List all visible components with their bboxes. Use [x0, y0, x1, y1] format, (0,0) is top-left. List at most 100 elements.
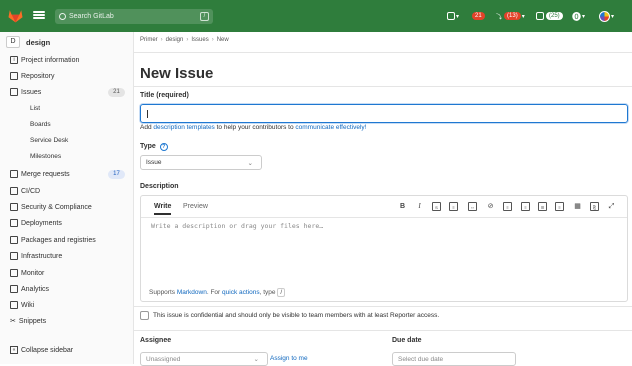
code-icon[interactable]: ‹› — [468, 202, 477, 211]
sidebar — [0, 32, 134, 364]
sidebar-project-header[interactable]: D design — [6, 36, 50, 48]
sidebar-subitem-boards[interactable]: Boards — [30, 121, 51, 128]
quote-icon[interactable]: ≡ — [449, 202, 458, 211]
project-avatar: D — [6, 36, 20, 48]
info-icon: i — [10, 56, 18, 64]
page-title: New Issue — [140, 65, 214, 82]
editor-tabs: Write Preview B I S ≡ ‹› ⊘ ≡ ≡ ☰ ≡ ▦ ⎘ ⤢ — [141, 196, 627, 218]
issues-icon — [10, 88, 18, 96]
rocket-icon — [10, 187, 18, 195]
communicate-effectively-link[interactable]: communicate effectively! — [295, 124, 366, 131]
due-date-label: Due date — [392, 337, 422, 344]
sidebar-item-wiki[interactable]: Wiki — [10, 301, 34, 309]
sidebar-subitem-service-desk[interactable]: Service Desk — [30, 137, 68, 144]
sidebar-item-analytics[interactable]: Analytics — [10, 285, 49, 293]
sidebar-subitem-list[interactable]: List — [30, 105, 40, 112]
deploy-icon — [10, 219, 18, 227]
chevron-down-icon: ⌄ — [247, 160, 253, 167]
strikethrough-icon[interactable]: S — [432, 202, 441, 211]
divider — [134, 86, 632, 87]
tab-preview[interactable]: Preview — [183, 203, 208, 210]
search-icon — [59, 13, 66, 20]
repo-icon — [10, 72, 18, 80]
cloud-icon — [10, 252, 18, 260]
link-icon[interactable]: ⊘ — [486, 202, 495, 211]
top-navbar: Search GitLab / ▾ 21 ⤵ (13) ▾ (25) ⓿ ▾ ▾ — [0, 0, 632, 32]
description-label: Description — [140, 183, 179, 190]
gitlab-logo-icon[interactable] — [7, 9, 24, 23]
monitor-icon — [10, 269, 18, 277]
collapse-icon: « — [10, 346, 18, 354]
bullet-list-icon[interactable]: ≡ — [503, 202, 512, 211]
breadcrumb-item[interactable]: design — [166, 37, 184, 43]
search-input[interactable]: Search GitLab / — [55, 9, 213, 24]
create-new-button[interactable]: ▾ — [447, 10, 459, 22]
sidebar-item-infrastructure[interactable]: Infrastructure — [10, 252, 62, 260]
package-icon — [10, 236, 18, 244]
italic-icon[interactable]: I — [415, 202, 424, 211]
checkbox-icon — [536, 12, 544, 20]
todos-button[interactable]: (25) — [536, 10, 563, 22]
type-dropdown[interactable]: Issue ⌄ — [140, 155, 262, 170]
table-icon[interactable]: ▦ — [573, 202, 582, 211]
mr-count-badge: (13) — [504, 12, 521, 20]
sidebar-item-repository[interactable]: Repository — [10, 72, 54, 80]
breadcrumb-item[interactable]: Issues — [191, 37, 208, 43]
issues-counter-button[interactable]: 21 — [472, 10, 485, 22]
issues-count-badge: 21 — [472, 12, 485, 20]
user-menu-button[interactable]: ▾ — [599, 10, 614, 22]
breadcrumb-item[interactable]: New — [217, 37, 229, 43]
help-button[interactable]: ⓿ ▾ — [572, 10, 585, 22]
avatar — [599, 10, 610, 22]
sidebar-item-monitor[interactable]: Monitor — [10, 269, 44, 277]
divider — [134, 306, 632, 307]
collapse-sidebar-button[interactable]: «Collapse sidebar — [10, 346, 73, 354]
main-content: Primer › design › Issues › New New Issue Ti… — [134, 32, 632, 366]
merge-request-icon — [10, 170, 18, 178]
sidebar-item-issues[interactable]: Issues — [10, 88, 41, 96]
description-templates-link[interactable]: description templates — [153, 124, 214, 131]
task-list-icon[interactable]: ☰ — [538, 202, 547, 211]
slash-key: / — [277, 288, 286, 297]
chart-icon — [10, 285, 18, 293]
sidebar-item-security[interactable]: Security & Compliance — [10, 203, 92, 211]
markdown-hint: Supports Markdown. For quick actions, ty… — [149, 288, 286, 297]
description-editor: Write Preview B I S ≡ ‹› ⊘ ≡ ≡ ☰ ≡ ▦ ⎘ ⤢… — [140, 195, 628, 302]
attach-file-icon[interactable]: ⎘ — [590, 202, 599, 211]
title-input[interactable] — [140, 104, 628, 123]
quick-actions-link[interactable]: quick actions — [222, 289, 260, 296]
project-name: design — [26, 37, 51, 47]
sidebar-item-ci-cd[interactable]: CI/CD — [10, 187, 40, 195]
issues-count-badge: 21 — [108, 88, 125, 97]
sidebar-item-packages[interactable]: Packages and registries — [10, 236, 96, 244]
fullscreen-icon[interactable]: ⤢ — [607, 202, 616, 211]
divider — [134, 330, 632, 331]
breadcrumb-item[interactable]: Primer — [140, 37, 158, 43]
sidebar-subitem-milestones[interactable]: Milestones — [30, 153, 61, 160]
merge-requests-button[interactable]: ⤵ (13) ▾ — [496, 10, 525, 22]
confidential-option[interactable]: This issue is confidential and should on… — [140, 311, 439, 320]
book-icon — [10, 301, 18, 309]
tab-write[interactable]: Write — [154, 203, 172, 215]
bold-icon[interactable]: B — [398, 202, 407, 211]
assign-to-me-link[interactable]: Assign to me — [270, 355, 308, 362]
markdown-link[interactable]: Markdown — [177, 289, 207, 296]
todo-count-badge: (25) — [546, 12, 563, 20]
confidential-checkbox[interactable] — [140, 311, 149, 320]
sidebar-item-deployments[interactable]: Deployments — [10, 219, 62, 227]
numbered-list-icon[interactable]: ≡ — [521, 202, 530, 211]
title-label: Title (required) — [140, 92, 189, 99]
collapsible-icon[interactable]: ≡ — [555, 202, 564, 211]
sidebar-item-project-information[interactable]: i Project information — [10, 56, 79, 64]
merge-requests-count-badge: 17 — [108, 170, 125, 179]
sidebar-item-merge-requests[interactable]: Merge requests — [10, 170, 70, 178]
search-shortcut-key: / — [200, 12, 209, 21]
type-label: Type ? — [140, 143, 168, 151]
menu-icon[interactable] — [33, 9, 45, 21]
help-icon[interactable]: ? — [159, 143, 168, 151]
merge-request-icon: ⤵ — [496, 14, 503, 21]
description-textarea[interactable]: Write a description or drag your files h… — [151, 222, 323, 230]
shield-icon — [10, 203, 18, 211]
scissors-icon: ✂ — [10, 318, 16, 325]
sidebar-item-snippets[interactable]: ✂ Snippets — [10, 317, 46, 326]
